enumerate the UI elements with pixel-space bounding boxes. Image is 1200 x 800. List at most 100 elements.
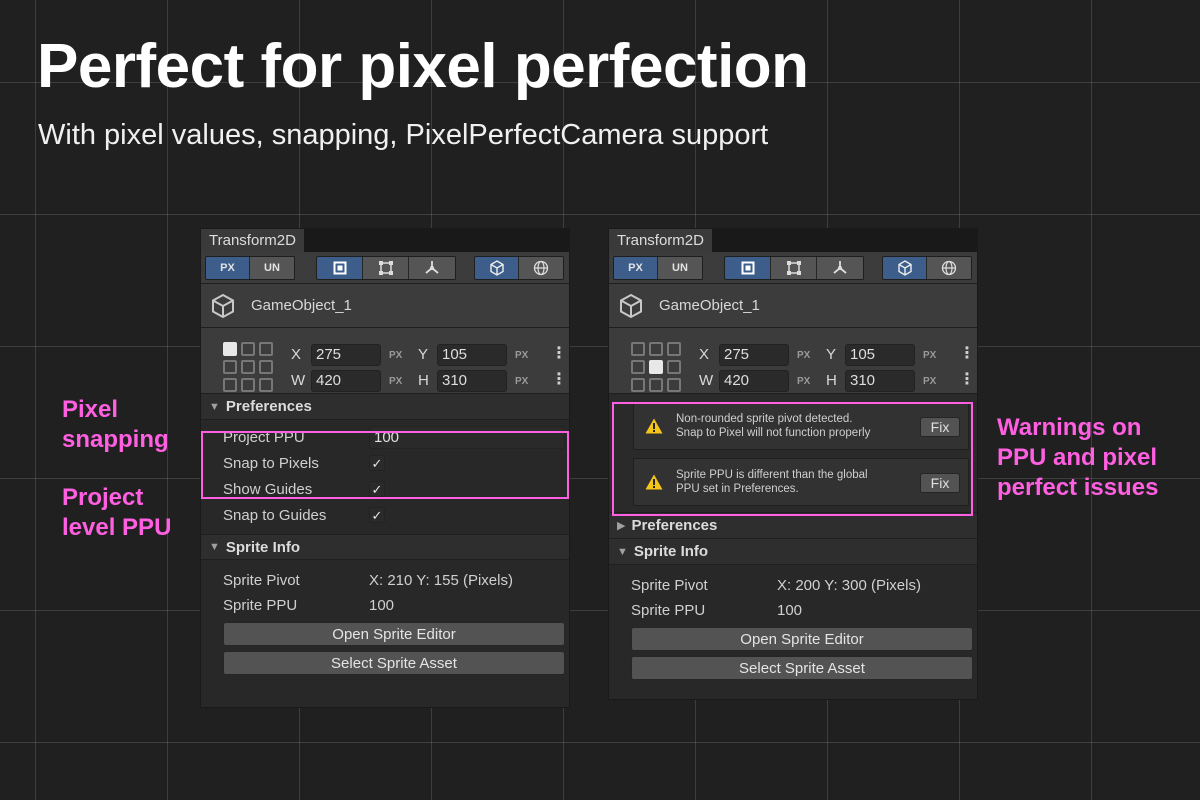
coords-block: X 275 PX Y 105 PX ⋮ W 420 PX H 310 PX ⋮ [201,328,569,394]
globe-icon [533,260,549,276]
sprite-info-title: Sprite Info [225,538,301,556]
anchor-cell[interactable] [241,378,255,392]
anchor-cell[interactable] [649,360,663,374]
object-row: GameObject_1 [201,284,569,328]
bounds-tool-button[interactable] [771,257,817,279]
toolbar: PX UN [609,252,977,284]
anchor-cell[interactable] [241,342,255,356]
w-label: W [291,372,306,389]
anchor-cell[interactable] [241,360,255,374]
h-input[interactable]: 310 [437,370,507,392]
space-toggle-group [882,256,972,280]
show-guides-checkbox[interactable]: ✓ [369,481,385,497]
h-label: H [826,372,837,389]
y-input[interactable]: 105 [845,344,915,366]
anchor-cell[interactable] [223,360,237,374]
more-vert-icon[interactable]: ⋮ [959,346,975,362]
callout-line: snapping [62,426,169,453]
y-label: Y [826,346,837,363]
global-space-button[interactable] [927,257,971,279]
anchor-cell[interactable] [631,360,645,374]
h-label: H [418,372,429,389]
callout-pixel-snapping: Pixel snapping [62,395,169,455]
open-sprite-editor-button[interactable]: Open Sprite Editor [223,622,565,646]
warning-line: PPU set in Preferences. [676,483,799,495]
sprite-info-body: Sprite Pivot X: 210 Y: 155 (Pixels) Spri… [201,560,569,679]
x-input[interactable]: 275 [311,344,381,366]
sprite-pivot-row: Sprite Pivot X: 200 Y: 300 (Pixels) [609,573,977,598]
local-space-button[interactable] [883,257,927,279]
callout-warnings: Warnings on PPU and pixel perfect issues [997,413,1158,503]
warning-icon [644,474,664,490]
rect-tool-button[interactable] [317,257,363,279]
snap-to-pixels-checkbox[interactable]: ✓ [369,455,385,471]
callout-line: Pixel [62,396,119,423]
sprite-ppu-row: Sprite PPU 100 [201,593,569,618]
w-label: W [699,372,714,389]
sprite-info-header[interactable]: ▼ Sprite Info [201,534,569,560]
bounds-tool-button[interactable] [363,257,409,279]
bounds-tool-icon [378,261,393,275]
callout-project-ppu: Project level PPU [62,483,171,543]
bounds-tool-icon [786,261,801,275]
anchor-cell[interactable] [259,360,273,374]
w-input[interactable]: 420 [311,370,381,392]
px-button[interactable]: PX [614,257,658,279]
px-button[interactable]: PX [206,257,250,279]
y-input[interactable]: 105 [437,344,507,366]
open-sprite-editor-button[interactable]: Open Sprite Editor [631,627,973,651]
snap-to-guides-checkbox[interactable]: ✓ [369,507,385,523]
tab-transform2d[interactable]: Transform2D [201,229,305,252]
pivot-tool-icon [833,261,847,274]
preferences-header[interactable]: ▶ Preferences [609,513,977,539]
h-input[interactable]: 310 [845,370,915,392]
sprite-pivot-label: Sprite Pivot [223,572,300,589]
anchor-cell[interactable] [649,378,663,392]
anchor-grid[interactable] [223,342,273,392]
show-guides-label: Show Guides [223,480,313,498]
anchor-cell[interactable] [259,342,273,356]
anchor-cell[interactable] [259,378,273,392]
select-sprite-asset-button[interactable]: Select Sprite Asset [223,651,565,675]
y-label: Y [418,346,429,363]
fix-button[interactable]: Fix [920,417,960,437]
project-ppu-input[interactable]: 100 [369,425,565,449]
preferences-header[interactable]: ▼ Preferences [201,394,569,420]
transform2d-panel-left: Transform2D PX UN GameObject_1 X 275 PX … [200,228,570,708]
more-vert-icon[interactable]: ⋮ [551,346,567,362]
un-button[interactable]: UN [250,257,294,279]
snap-to-guides-row: Snap to Guides ✓ [201,502,569,528]
more-vert-icon[interactable]: ⋮ [959,372,975,388]
anchor-cell[interactable] [223,378,237,392]
w-input[interactable]: 420 [719,370,789,392]
tab-transform2d[interactable]: Transform2D [609,229,713,252]
local-space-button[interactable] [475,257,519,279]
anchor-cell[interactable] [667,378,681,392]
sprite-info-body: Sprite Pivot X: 200 Y: 300 (Pixels) Spri… [609,565,977,684]
select-sprite-asset-button[interactable]: Select Sprite Asset [631,656,973,680]
global-space-button[interactable] [519,257,563,279]
y-unit: PX [923,350,937,361]
more-vert-icon[interactable]: ⋮ [551,372,567,388]
anchor-grid[interactable] [631,342,681,392]
sprite-ppu-value: 100 [777,602,803,619]
anchor-cell[interactable] [223,342,237,356]
pivot-tool-button[interactable] [817,257,863,279]
fix-button[interactable]: Fix [920,473,960,493]
preferences-title: Preferences [631,517,718,534]
anchor-cell[interactable] [649,342,663,356]
rect-tool-button[interactable] [725,257,771,279]
object-name: GameObject_1 [251,297,352,314]
sprite-info-title: Sprite Info [633,543,709,560]
sprite-info-header[interactable]: ▼ Sprite Info [609,539,977,565]
anchor-cell[interactable] [631,378,645,392]
anchor-cell[interactable] [667,342,681,356]
toolbar: PX UN [201,252,569,284]
globe-icon [941,260,957,276]
anchor-cell[interactable] [667,360,681,374]
sprite-pivot-value: X: 210 Y: 155 (Pixels) [369,572,513,589]
x-input[interactable]: 275 [719,344,789,366]
un-button[interactable]: UN [658,257,702,279]
pivot-tool-button[interactable] [409,257,455,279]
anchor-cell[interactable] [631,342,645,356]
